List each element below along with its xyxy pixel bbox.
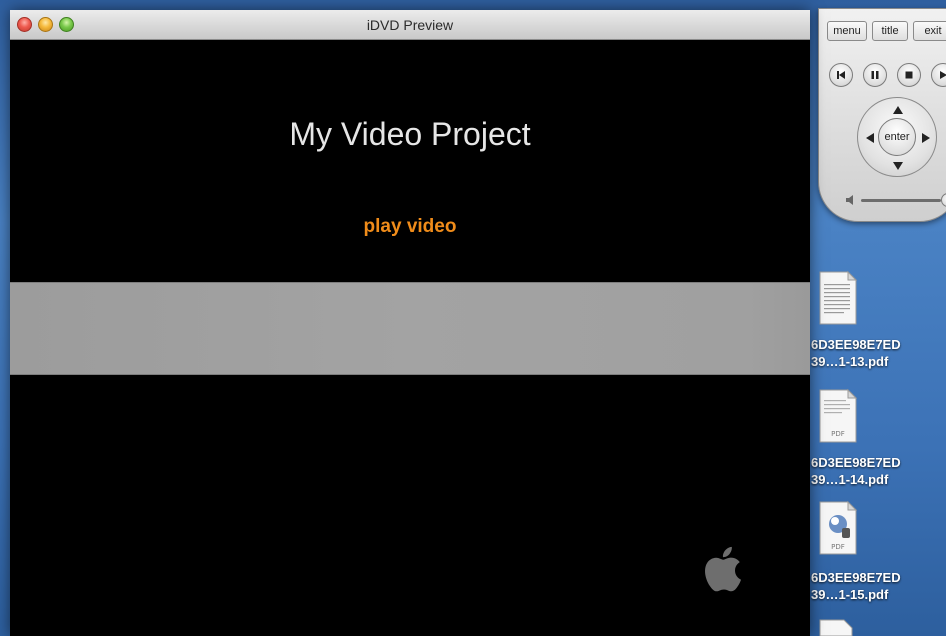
volume-low-icon	[846, 195, 853, 205]
file-name-line1: 6D3EE98E7ED	[811, 337, 901, 352]
stop-icon	[905, 71, 913, 79]
file-name-line2: 39…1-14.pdf	[811, 472, 889, 487]
play-button[interactable]	[931, 63, 946, 87]
pause-button[interactable]	[863, 63, 887, 87]
file-name-line1: 6D3EE98E7ED	[811, 570, 901, 585]
right-arrow-icon[interactable]	[920, 132, 932, 144]
play-video-button[interactable]: play video	[10, 216, 810, 238]
up-arrow-icon[interactable]	[892, 104, 904, 116]
previous-chapter-button[interactable]	[829, 63, 853, 87]
pause-icon	[871, 71, 879, 79]
svg-text:PDF: PDF	[831, 430, 845, 438]
window-title: iDVD Preview	[366, 17, 454, 33]
dvd-menu-preview: My Video Project play video	[10, 40, 810, 636]
volume-track	[861, 199, 941, 202]
skip-back-icon	[837, 71, 845, 79]
partial-file-icon[interactable]	[818, 618, 854, 636]
dvd-remote-control: menu title exit enter	[818, 8, 946, 222]
pdf-document-icon: PDF	[819, 388, 858, 443]
remote-title-button[interactable]: title	[872, 21, 908, 41]
idvd-preview-window: iDVD Preview My Video Project play video	[10, 10, 810, 636]
down-arrow-icon[interactable]	[892, 160, 904, 172]
volume-slider[interactable]	[845, 193, 946, 207]
remote-menu-button[interactable]: menu	[827, 21, 867, 41]
remote-exit-button[interactable]: exit	[913, 21, 946, 41]
file-name-line2: 39…1-15.pdf	[811, 587, 889, 602]
enter-button[interactable]: enter	[878, 118, 916, 156]
menu-gray-band	[10, 282, 810, 375]
volume-knob[interactable]	[941, 193, 946, 207]
apple-logo-icon	[705, 546, 741, 592]
file-name-line2: 39…1-13.pdf	[811, 354, 889, 369]
left-arrow-icon[interactable]	[864, 132, 876, 144]
pdf-preview-icon: PDF	[819, 500, 858, 555]
svg-text:PDF: PDF	[831, 543, 845, 551]
pdf-document-icon	[819, 270, 858, 325]
window-titlebar[interactable]: iDVD Preview	[10, 10, 810, 40]
play-icon	[940, 71, 946, 79]
stop-button[interactable]	[897, 63, 921, 87]
direction-pad: enter	[857, 97, 937, 177]
menu-title: My Video Project	[289, 116, 531, 152]
file-name-line1: 6D3EE98E7ED	[811, 455, 901, 470]
